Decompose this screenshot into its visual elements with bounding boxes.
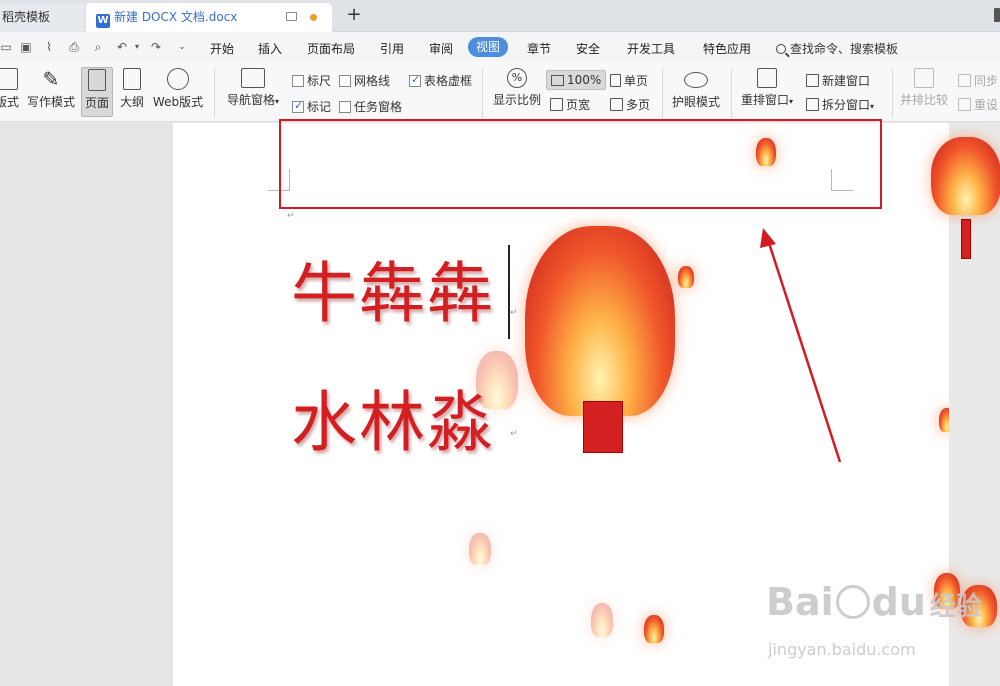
baidu-watermark: Bai du 经验 — [766, 580, 982, 624]
arrow-head — [760, 228, 776, 248]
watermark-url: jingyan.baidu.com — [768, 640, 916, 659]
arrow-line — [766, 239, 842, 463]
baidu-paw-icon — [835, 585, 870, 619]
